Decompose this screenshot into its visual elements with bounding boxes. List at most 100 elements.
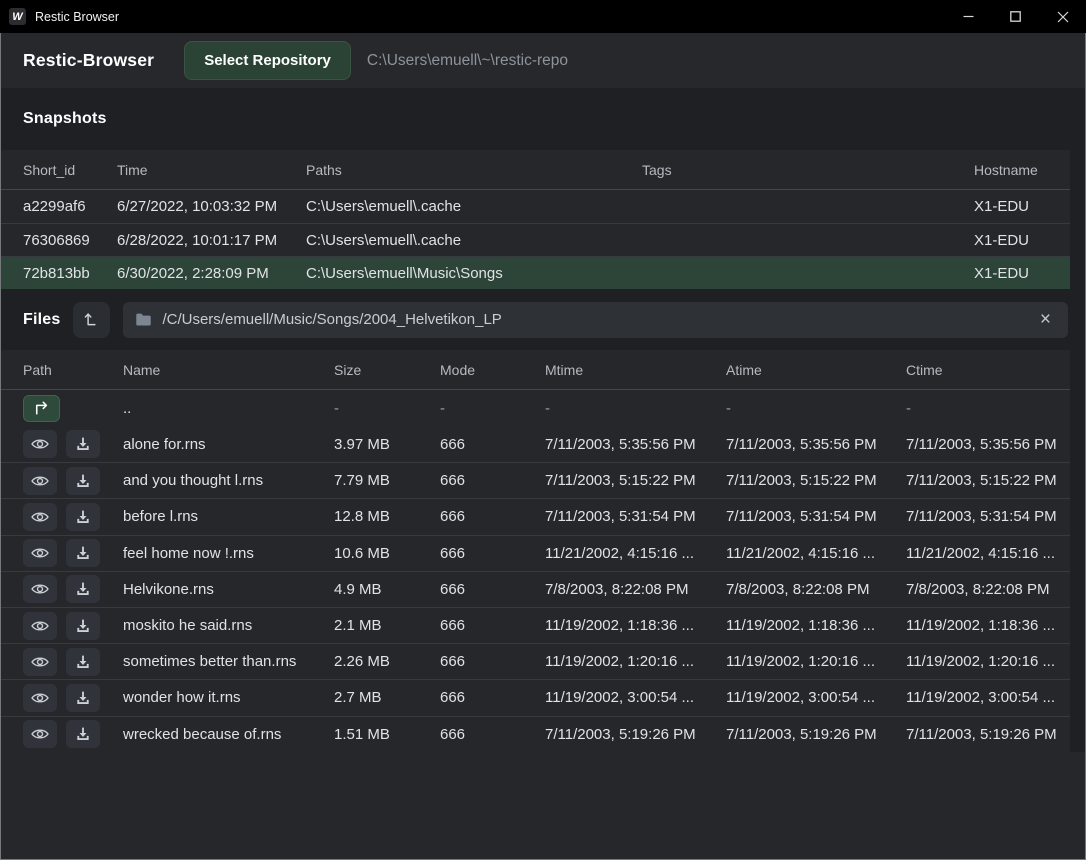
close-button[interactable] [1039,0,1086,33]
parent-row-atime: - [726,400,906,417]
parent-row-ctime: - [906,400,1070,417]
file-row[interactable]: feel home now !.rns 10.6 MB 666 11/21/20… [1,535,1070,571]
download-icon [75,654,91,670]
column-header-mode[interactable]: Mode [440,362,545,378]
preview-file-button[interactable] [23,684,57,712]
repository-path: C:\Users\emuell\~\restic-repo [367,52,568,70]
preview-file-button[interactable] [23,503,57,531]
file-row[interactable]: Helvikone.rns 4.9 MB 666 7/8/2003, 8:22:… [1,571,1070,607]
snapshot-row[interactable]: a2299af6 6/27/2022, 10:03:32 PM C:\Users… [1,190,1070,223]
preview-file-button[interactable] [23,720,57,748]
download-file-button[interactable] [66,430,100,458]
snapshot-time: 6/30/2022, 2:28:09 PM [117,265,306,282]
download-icon [75,726,91,742]
file-size: 4.9 MB [334,581,440,598]
column-header-name[interactable]: Name [123,362,334,378]
column-header-path[interactable]: Path [23,362,123,378]
file-row[interactable]: wrecked because of.rns 1.51 MB 666 7/11/… [1,716,1070,752]
eye-icon [30,509,50,525]
column-header-short-id[interactable]: Short_id [23,162,117,178]
column-header-mtime[interactable]: Mtime [545,362,726,378]
eye-icon [30,726,50,742]
preview-file-button[interactable] [23,430,57,458]
eye-icon [30,545,50,561]
maximize-button[interactable] [992,0,1039,33]
file-row[interactable]: before l.rns 12.8 MB 666 7/11/2003, 5:31… [1,498,1070,534]
file-name: moskito he said.rns [123,617,334,634]
app-header: Restic-Browser Select Repository C:\User… [1,33,1085,88]
download-file-button[interactable] [66,612,100,640]
column-header-paths[interactable]: Paths [306,162,642,178]
column-header-size[interactable]: Size [334,362,440,378]
file-atime: 7/11/2003, 5:31:54 PM [726,508,906,525]
path-breadcrumb[interactable]: /C/Users/emuell/Music/Songs/2004_Helveti… [123,302,1068,338]
eye-icon [30,473,50,489]
file-row[interactable]: sometimes better than.rns 2.26 MB 666 11… [1,643,1070,679]
column-header-atime[interactable]: Atime [726,362,906,378]
file-size: 2.1 MB [334,617,440,634]
preview-file-button[interactable] [23,539,57,567]
file-row[interactable]: and you thought l.rns 7.79 MB 666 7/11/2… [1,462,1070,498]
preview-file-button[interactable] [23,575,57,603]
download-icon [75,618,91,634]
goto-root-button[interactable] [73,302,110,338]
file-ctime: 7/11/2003, 5:15:22 PM [906,472,1070,489]
go-to-parent-button[interactable] [23,395,60,422]
download-file-button[interactable] [66,539,100,567]
column-header-tags[interactable]: Tags [642,162,974,178]
file-name: sometimes better than.rns [123,653,334,670]
file-mode: 666 [440,545,545,562]
download-icon [75,473,91,489]
download-file-button[interactable] [66,467,100,495]
file-ctime: 11/19/2002, 3:00:54 ... [906,689,1070,706]
snapshots-title: Snapshots [23,110,107,128]
file-ctime: 7/11/2003, 5:31:54 PM [906,508,1070,525]
file-mtime: 7/11/2003, 5:31:54 PM [545,508,726,525]
preview-file-button[interactable] [23,648,57,676]
close-icon [1057,11,1069,23]
download-file-button[interactable] [66,503,100,531]
download-icon [75,545,91,561]
file-size: 2.7 MB [334,689,440,706]
snapshot-row[interactable]: 72b813bb 6/30/2022, 2:28:09 PM C:\Users\… [1,256,1070,289]
file-mode: 666 [440,689,545,706]
column-header-ctime[interactable]: Ctime [906,362,1070,378]
file-mtime: 11/21/2002, 4:15:16 ... [545,545,726,562]
preview-file-button[interactable] [23,612,57,640]
column-header-hostname[interactable]: Hostname [974,162,1070,178]
parent-directory-row[interactable]: .. - - - - - [1,390,1070,426]
file-ctime: 11/19/2002, 1:18:36 ... [906,617,1070,634]
minimize-button[interactable] [945,0,992,33]
file-mtime: 11/19/2002, 1:18:36 ... [545,617,726,634]
file-mtime: 7/11/2003, 5:35:56 PM [545,436,726,453]
titlebar[interactable]: W Restic Browser [0,0,1086,33]
preview-file-button[interactable] [23,467,57,495]
file-atime: 11/19/2002, 3:00:54 ... [726,689,906,706]
snapshot-short-id: 72b813bb [23,265,117,282]
snapshot-hostname: X1-EDU [974,265,1070,282]
snapshot-row[interactable]: 76306869 6/28/2022, 10:01:17 PM C:\Users… [1,223,1070,256]
eye-icon [30,581,50,597]
download-file-button[interactable] [66,684,100,712]
file-name: wonder how it.rns [123,689,334,706]
parent-row-name: .. [123,400,334,417]
select-repository-button[interactable]: Select Repository [184,41,351,80]
file-mode: 666 [440,726,545,743]
clear-path-button[interactable]: × [1033,308,1058,331]
download-file-button[interactable] [66,648,100,676]
download-file-button[interactable] [66,575,100,603]
file-size: 7.79 MB [334,472,440,489]
app-name: Restic-Browser [23,50,154,71]
empty-area [1,752,1085,859]
file-mtime: 7/11/2003, 5:15:22 PM [545,472,726,489]
files-table-body: alone for.rns 3.97 MB 666 7/11/2003, 5:3… [1,426,1085,752]
file-row[interactable]: wonder how it.rns 2.7 MB 666 11/19/2002,… [1,679,1070,715]
file-size: 2.26 MB [334,653,440,670]
file-row[interactable]: alone for.rns 3.97 MB 666 7/11/2003, 5:3… [1,426,1070,462]
download-file-button[interactable] [66,720,100,748]
file-name: before l.rns [123,508,334,525]
column-header-time[interactable]: Time [117,162,306,178]
folder-icon [135,312,152,327]
eye-icon [30,654,50,670]
file-row[interactable]: moskito he said.rns 2.1 MB 666 11/19/200… [1,607,1070,643]
